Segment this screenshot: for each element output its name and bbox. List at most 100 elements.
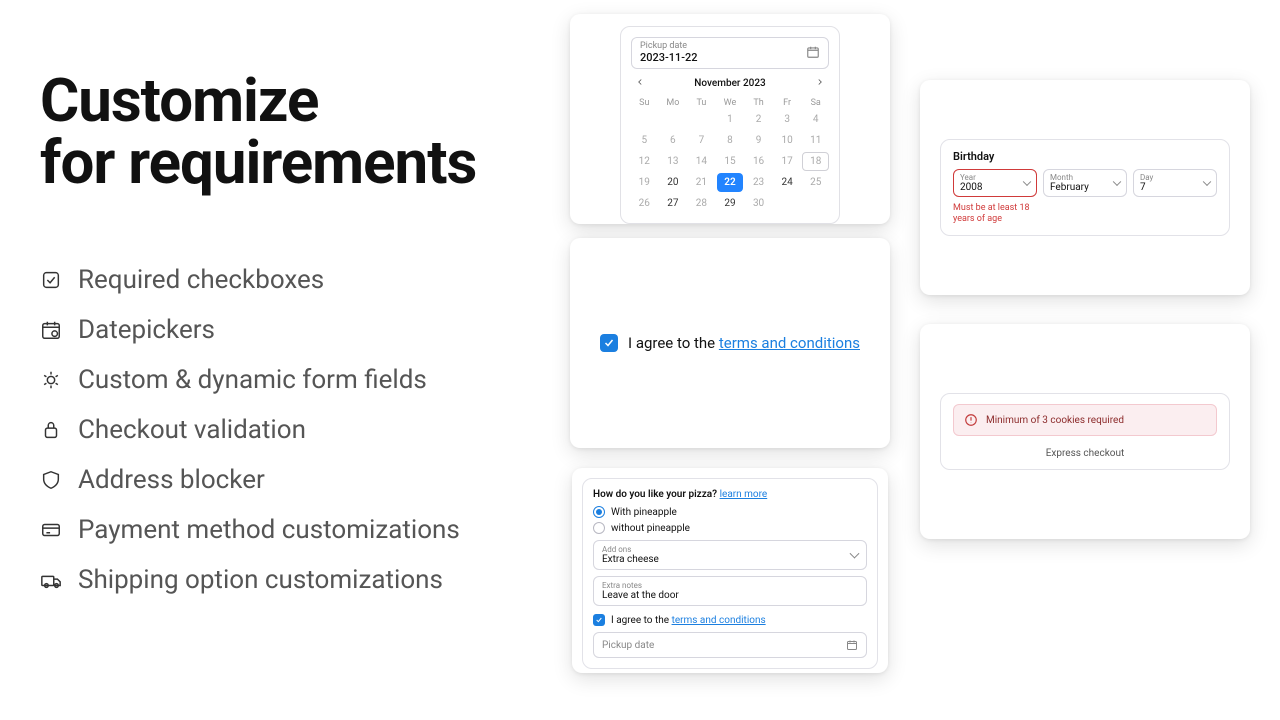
pickup-date-input[interactable]: Pickup date bbox=[593, 632, 867, 658]
dow-label: Th bbox=[745, 96, 772, 110]
validation-card: Minimum of 3 cookies required Express ch… bbox=[920, 324, 1250, 539]
calendar-day[interactable]: 18 bbox=[802, 152, 829, 171]
calendar-day[interactable]: 21 bbox=[688, 173, 715, 192]
feature-item: Datepickers bbox=[40, 315, 520, 345]
calendar-day[interactable]: 24 bbox=[774, 173, 801, 192]
calendar-day[interactable]: 5 bbox=[631, 131, 658, 150]
day-select[interactable]: Day 7 bbox=[1133, 169, 1217, 197]
express-checkout-label: Express checkout bbox=[953, 448, 1217, 459]
terms-link[interactable]: terms and conditions bbox=[719, 334, 860, 352]
feature-icon bbox=[40, 319, 62, 341]
feature-icon bbox=[40, 419, 62, 441]
calendar-day bbox=[774, 194, 801, 213]
calendar-icon bbox=[806, 45, 820, 62]
calendar-day[interactable]: 6 bbox=[660, 131, 687, 150]
calendar-grid[interactable]: 1234567891011121314151617181920212223242… bbox=[631, 110, 829, 213]
calendar-day[interactable]: 12 bbox=[631, 152, 658, 171]
feature-icon bbox=[40, 569, 62, 591]
feature-list: Required checkboxes Datepickers Custom & d… bbox=[40, 265, 520, 595]
feature-icon bbox=[40, 519, 62, 541]
calendar-day bbox=[660, 110, 687, 129]
calendar-day[interactable]: 26 bbox=[631, 194, 658, 213]
calendar-day[interactable]: 29 bbox=[717, 194, 744, 213]
calendar-day[interactable]: 28 bbox=[688, 194, 715, 213]
month-select[interactable]: Month February bbox=[1043, 169, 1127, 197]
calendar-day[interactable]: 3 bbox=[774, 110, 801, 129]
terms-text: I agree to the terms and conditions bbox=[628, 334, 860, 352]
calendar-icon bbox=[846, 639, 858, 651]
next-month-button[interactable] bbox=[815, 77, 825, 90]
birthday-card: Birthday Year 2008 Month February Day 7 bbox=[920, 80, 1250, 295]
alert-icon bbox=[964, 413, 978, 427]
feature-label: Address blocker bbox=[78, 465, 265, 495]
calendar-day[interactable]: 27 bbox=[660, 194, 687, 213]
datepicker-card: Pickup date 2023-11-22 November 2023 SuM… bbox=[570, 14, 890, 224]
feature-label: Datepickers bbox=[78, 315, 215, 345]
calendar-day[interactable]: 7 bbox=[688, 131, 715, 150]
terms-card: I agree to the terms and conditions bbox=[570, 238, 890, 448]
feature-item: Shipping option customizations bbox=[40, 565, 520, 595]
calendar-day[interactable]: 13 bbox=[660, 152, 687, 171]
feature-label: Shipping option customizations bbox=[78, 565, 443, 595]
feature-label: Custom & dynamic form fields bbox=[78, 365, 427, 395]
dow-label: We bbox=[717, 96, 744, 110]
month-label: November 2023 bbox=[694, 78, 765, 89]
feature-label: Payment method customizations bbox=[78, 515, 460, 545]
pickup-date-field[interactable]: Pickup date 2023-11-22 bbox=[631, 37, 829, 69]
calendar-day[interactable]: 9 bbox=[745, 131, 772, 150]
pizza-form-card: How do you like your pizza? learn more W… bbox=[572, 468, 888, 673]
birthday-title: Birthday bbox=[953, 150, 1217, 163]
dow-label: Mo bbox=[660, 96, 687, 110]
calendar-day[interactable]: 14 bbox=[688, 152, 715, 171]
feature-item: Checkout validation bbox=[40, 415, 520, 445]
calendar-day[interactable]: 4 bbox=[802, 110, 829, 129]
calendar-day[interactable]: 22 bbox=[717, 173, 744, 192]
calendar-day[interactable]: 17 bbox=[774, 152, 801, 171]
calendar-day[interactable]: 16 bbox=[745, 152, 772, 171]
dow-label: Sa bbox=[802, 96, 829, 110]
addons-select[interactable]: Add ons Extra cheese bbox=[593, 540, 867, 570]
calendar-day[interactable]: 20 bbox=[660, 173, 687, 192]
feature-item: Required checkboxes bbox=[40, 265, 520, 295]
pickup-date-value: 2023-11-22 bbox=[640, 51, 698, 64]
calendar-day[interactable]: 23 bbox=[745, 173, 772, 192]
pizza-terms-checkbox[interactable] bbox=[593, 614, 605, 626]
calendar-day[interactable]: 11 bbox=[802, 131, 829, 150]
birthday-error: Must be at least 18 years of age bbox=[953, 203, 1043, 225]
calendar-day bbox=[631, 110, 658, 129]
calendar-day[interactable]: 10 bbox=[774, 131, 801, 150]
pizza-question: How do you like your pizza? learn more bbox=[593, 489, 867, 500]
learn-more-link[interactable]: learn more bbox=[720, 489, 768, 500]
pickup-date-label: Pickup date bbox=[640, 42, 698, 51]
calendar-day[interactable]: 1 bbox=[717, 110, 744, 129]
feature-item: Custom & dynamic form fields bbox=[40, 365, 520, 395]
calendar-day[interactable]: 15 bbox=[717, 152, 744, 171]
dow-label: Tu bbox=[688, 96, 715, 110]
feature-label: Required checkboxes bbox=[78, 265, 324, 295]
terms-checkbox[interactable] bbox=[600, 334, 618, 352]
feature-label: Checkout validation bbox=[78, 415, 306, 445]
feature-icon bbox=[40, 469, 62, 491]
year-select[interactable]: Year 2008 bbox=[953, 169, 1037, 197]
feature-item: Address blocker bbox=[40, 465, 520, 495]
prev-month-button[interactable] bbox=[635, 77, 645, 90]
calendar-day[interactable]: 19 bbox=[631, 173, 658, 192]
feature-icon bbox=[40, 369, 62, 391]
calendar-day[interactable]: 2 bbox=[745, 110, 772, 129]
radio-with-pineapple[interactable]: With pineapple bbox=[593, 506, 867, 518]
page-title: Customize for requirements bbox=[40, 70, 520, 195]
pizza-terms-link[interactable]: terms and conditions bbox=[672, 615, 766, 626]
radio-icon bbox=[593, 522, 605, 534]
feature-icon bbox=[40, 269, 62, 291]
calendar-day bbox=[688, 110, 715, 129]
radio-without-pineapple[interactable]: without pineapple bbox=[593, 522, 867, 534]
calendar-day[interactable]: 25 bbox=[802, 173, 829, 192]
calendar-day bbox=[802, 194, 829, 213]
datepicker-widget[interactable]: Pickup date 2023-11-22 November 2023 SuM… bbox=[620, 26, 840, 224]
calendar-day[interactable]: 30 bbox=[745, 194, 772, 213]
extra-notes-input[interactable]: Extra notes Leave at the door bbox=[593, 576, 867, 606]
validation-alert: Minimum of 3 cookies required bbox=[953, 404, 1217, 436]
dow-label: Su bbox=[631, 96, 658, 110]
dow-label: Fr bbox=[774, 96, 801, 110]
calendar-day[interactable]: 8 bbox=[717, 131, 744, 150]
